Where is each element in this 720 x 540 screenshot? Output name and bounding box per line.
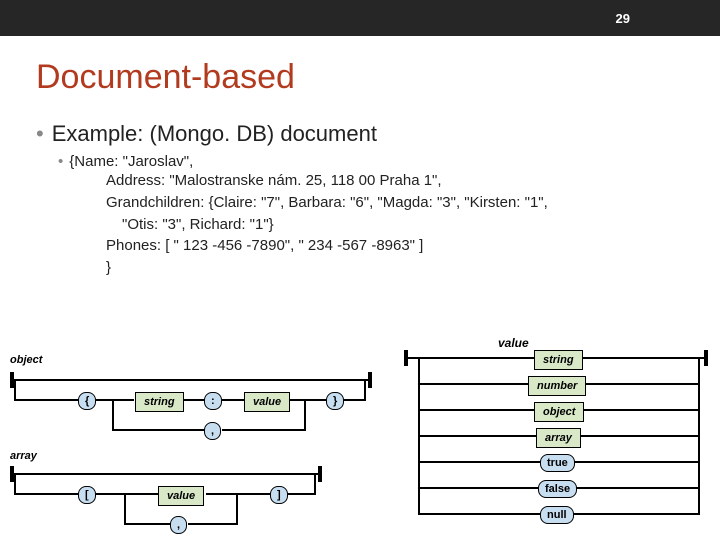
bullet-dot-icon: •: [58, 153, 63, 170]
rail-line: [14, 493, 78, 495]
rail-line: [10, 379, 370, 381]
sub-bullet-row: • {Name: "Jaroslav",: [58, 153, 684, 170]
slide-topbar: 29: [0, 0, 720, 36]
code-line: "Otis: "3", Richard: "1"}: [106, 214, 684, 236]
rail-line: [96, 399, 134, 401]
rail-line: [290, 399, 326, 401]
rail-line: [344, 399, 366, 401]
rail-line: [96, 493, 158, 495]
rail-line: [14, 399, 78, 401]
term-false: false: [538, 480, 577, 498]
rail-line: [10, 473, 320, 475]
rail-line: [14, 473, 16, 493]
diagram-array-label: array: [10, 450, 37, 462]
diagram-object-label: object: [10, 354, 42, 366]
term-brace-open: {: [78, 392, 96, 410]
term-comma: ,: [204, 422, 221, 440]
rail-line: [112, 429, 204, 431]
rail-endpost: [318, 466, 322, 482]
term-true: true: [540, 454, 575, 472]
rail-line: [222, 399, 244, 401]
term-bracket-open: [: [78, 486, 96, 504]
rail-endpost: [704, 350, 708, 366]
code-line: Grandchildren: {Claire: "7", Barbara: "6…: [106, 194, 548, 211]
slide-content: Document-based • Example: (Mongo. DB) do…: [0, 36, 720, 279]
term-bracket-close: ]: [270, 486, 288, 504]
box-string: string: [135, 392, 184, 412]
bullet-dot-icon: •: [36, 121, 44, 147]
term-null: null: [540, 506, 574, 524]
rail-line: [184, 399, 204, 401]
box-value: value: [244, 392, 290, 412]
box-object-right: object: [534, 402, 584, 422]
rail-line: [112, 399, 114, 429]
code-block: Address: "Malostranske nám. 25, 118 00 P…: [106, 170, 684, 279]
code-line: Address: "Malostranske nám. 25, 118 00 P…: [106, 172, 442, 189]
box-array-right: array: [536, 428, 581, 448]
sub-bullet-text: {Name: "Jaroslav",: [69, 153, 193, 170]
rail-line: [124, 523, 170, 525]
rail-line: [188, 523, 238, 525]
code-line: Phones: [ " 123 -456 -7890", " 234 -567 …: [106, 237, 423, 254]
rail-line: [14, 379, 16, 399]
slide-number: 29: [616, 11, 630, 26]
rail-endpost: [368, 372, 372, 388]
box-string-right: string: [534, 350, 583, 370]
term-brace-close: }: [326, 392, 344, 410]
box-number-right: number: [528, 376, 586, 396]
diagram-value-heading: value: [498, 336, 529, 350]
box-value: value: [158, 486, 204, 506]
slide-title: Document-based: [36, 58, 684, 97]
rail-line: [236, 493, 238, 523]
rail-line: [288, 493, 316, 495]
main-bullet-row: • Example: (Mongo. DB) document: [36, 121, 684, 147]
rail-line: [124, 493, 126, 523]
rail-line: [222, 429, 306, 431]
main-bullet-text: Example: (Mongo. DB) document: [52, 121, 377, 147]
rail-line: [364, 379, 366, 399]
rail-line: [314, 473, 316, 493]
rail-line: [206, 493, 270, 495]
rail-line: [418, 357, 420, 513]
railroad-diagrams: object { string : value } , array [ valu…: [0, 350, 720, 540]
rail-line: [698, 357, 700, 513]
code-line: }: [106, 259, 111, 276]
term-colon: :: [204, 392, 222, 410]
term-comma: ,: [170, 516, 187, 534]
rail-line: [304, 399, 306, 429]
